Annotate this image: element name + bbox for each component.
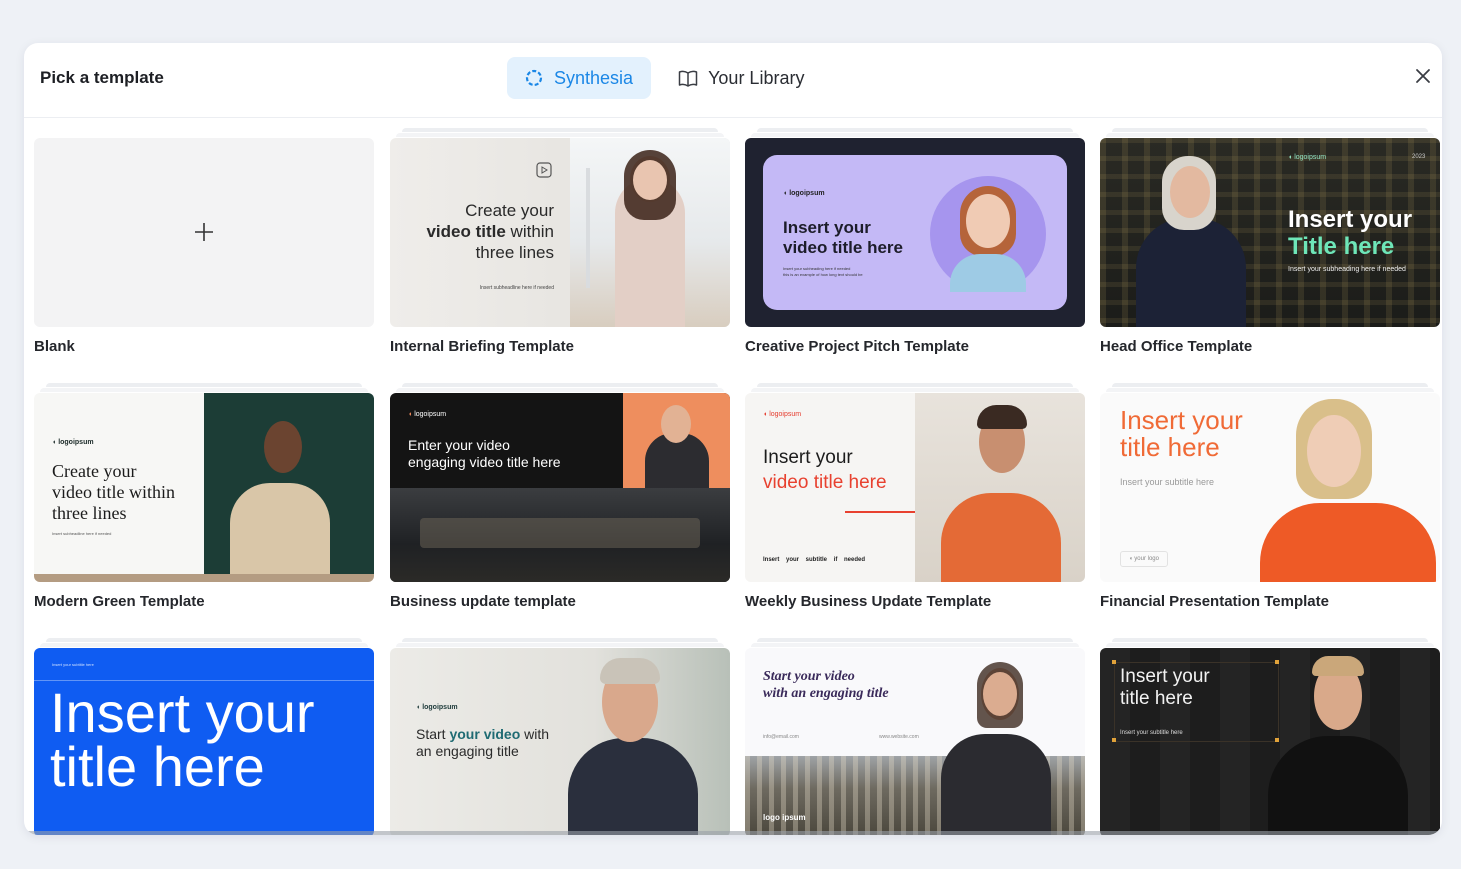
template-thumbnail[interactable]: ◖ logoipsum 2023 Insert your Title here … xyxy=(1100,138,1440,327)
template-thumbnail[interactable]: ◖ logoipsum Insert your video title here… xyxy=(745,138,1085,327)
template-card-head-office[interactable]: ◖ logoipsum 2023 Insert your Title here … xyxy=(1100,128,1440,368)
template-label: Creative Project Pitch Template xyxy=(745,338,969,355)
logo-text: ◖ logoipsum xyxy=(763,411,802,418)
template-card-business-update[interactable]: ◖ logoipsum Enter your video engaging vi… xyxy=(390,383,730,623)
template-thumbnail[interactable]: Insert your title here Insert your subti… xyxy=(1100,393,1440,582)
modal-header: Pick a template Synthesia Your Library xyxy=(24,43,1442,118)
template-thumbnail[interactable]: Insert your subtitle here Insert your ti… xyxy=(34,648,374,835)
logo-placeholder: ◖ your logo xyxy=(1120,551,1168,567)
template-card-dark[interactable]: Insert your title here Insert your subti… xyxy=(1100,638,1440,835)
logo-text: ◖ logoipsum xyxy=(52,439,94,446)
template-grid: Blank Create your video title within thr… xyxy=(24,118,1442,835)
template-card-weekly-business-update[interactable]: ◖ logoipsum Insert your video title here… xyxy=(745,383,1085,623)
template-thumbnail[interactable]: Create your video title within three lin… xyxy=(390,138,730,327)
book-icon xyxy=(678,69,698,87)
plus-icon xyxy=(195,223,213,241)
close-icon xyxy=(1416,69,1430,83)
template-thumbnail[interactable]: ◖ logoipsum Enter your video engaging vi… xyxy=(390,393,730,582)
template-label: Financial Presentation Template xyxy=(1100,593,1329,610)
logo-text: ◖ logoipsum xyxy=(408,411,447,418)
presenter-avatar xyxy=(230,483,330,574)
presenter-avatar xyxy=(1268,736,1408,835)
scroll-edge xyxy=(24,831,1442,835)
template-picker-modal: Pick a template Synthesia Your Library B… xyxy=(24,43,1442,835)
presenter-avatar xyxy=(941,493,1061,582)
template-thumbnail[interactable]: ◖ logoipsum Create your video title with… xyxy=(34,393,374,582)
template-thumbnail[interactable]: Start your video with an engaging title … xyxy=(745,648,1085,835)
template-card-creative-project-pitch[interactable]: ◖ logoipsum Insert your video title here… xyxy=(745,128,1085,368)
template-label: Internal Briefing Template xyxy=(390,338,574,355)
template-card-internal-briefing[interactable]: Create your video title within three lin… xyxy=(390,128,730,368)
presenter-avatar xyxy=(1136,218,1246,327)
media-icon xyxy=(536,162,552,178)
template-label: Blank xyxy=(34,338,75,355)
template-thumbnail[interactable]: ◖ logoipsum Insert your video title here… xyxy=(745,393,1085,582)
template-card-blank[interactable]: Blank xyxy=(34,128,374,368)
tab-synthesia-label: Synthesia xyxy=(554,67,634,88)
presenter-avatar xyxy=(568,738,698,835)
modal-title: Pick a template xyxy=(40,68,164,87)
template-thumbnail[interactable]: Insert your title here Insert your subti… xyxy=(1100,648,1440,835)
tab-synthesia[interactable]: Synthesia xyxy=(507,57,652,99)
template-thumbnail[interactable] xyxy=(34,138,374,327)
template-thumbnail[interactable]: ◖ logoipsum Start your video with an eng… xyxy=(390,648,730,835)
logo-text: ◖ logoipsum xyxy=(783,190,825,197)
template-label: Business update template xyxy=(390,593,576,610)
template-card-modern-green[interactable]: ◖ logoipsum Create your video title with… xyxy=(34,383,374,623)
presenter-avatar xyxy=(930,176,1046,292)
presenter-avatar xyxy=(1260,503,1436,582)
close-button[interactable] xyxy=(1414,67,1432,85)
template-source-tabs: Synthesia Your Library xyxy=(507,57,822,99)
presenter-avatar xyxy=(941,734,1051,835)
template-card-executive[interactable]: ◖ logoipsum Start your video with an eng… xyxy=(390,638,730,835)
synthesia-icon xyxy=(524,68,544,88)
template-label: Weekly Business Update Template xyxy=(745,593,992,610)
template-label: Head Office Template xyxy=(1100,338,1253,355)
logo-text: ◖ logoipsum xyxy=(1288,154,1327,161)
template-card-financial-presentation[interactable]: Insert your title here Insert your subti… xyxy=(1100,383,1440,623)
template-card-city[interactable]: Start your video with an engaging title … xyxy=(745,638,1085,835)
logo-text: ◖ logoipsum xyxy=(416,704,458,711)
tab-your-library[interactable]: Your Library xyxy=(661,57,822,99)
template-label: Modern Green Template xyxy=(34,593,205,610)
tab-your-library-label: Your Library xyxy=(708,67,805,88)
template-card-blue[interactable]: Insert your subtitle here Insert your ti… xyxy=(34,638,374,835)
